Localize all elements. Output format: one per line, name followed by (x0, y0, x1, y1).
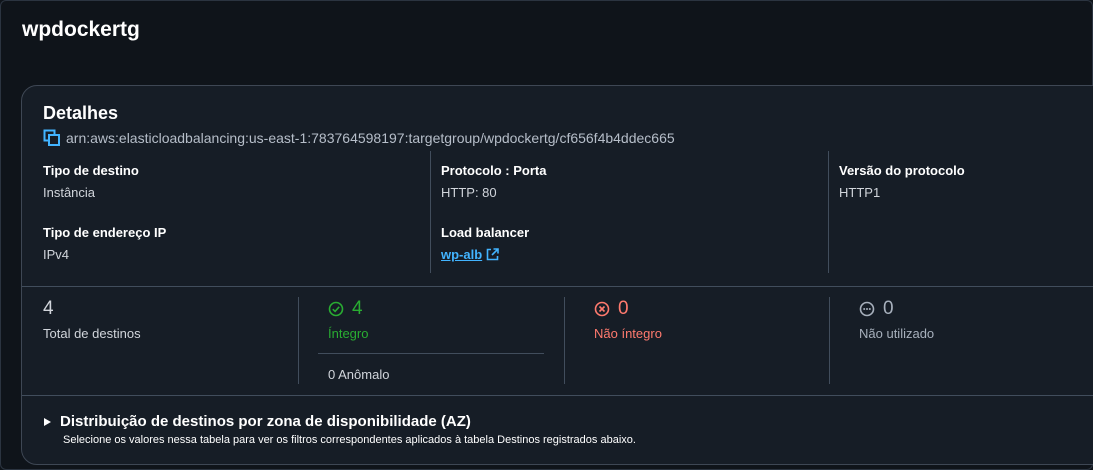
az-distribution-title: Distribuição de destinos por zona de dis… (60, 413, 471, 430)
protocol-port-label: Protocolo : Porta (441, 163, 547, 178)
arn-row: arn:aws:elasticloadbalancing:us-east-1:7… (43, 129, 675, 147)
column-divider (430, 151, 431, 273)
column-divider (828, 151, 829, 273)
load-balancer-label: Load balancer (441, 225, 530, 240)
external-link-icon (486, 248, 499, 261)
protocol-version-label: Versão do protocolo (839, 163, 965, 178)
unhealthy-count: 0 (618, 298, 629, 319)
total-targets-count: 4 (43, 298, 54, 319)
stats-divider (829, 297, 830, 384)
az-distribution-description: Selecione os valores nessa tabela para v… (63, 434, 636, 446)
check-circle-icon (328, 301, 344, 317)
az-distribution-toggle[interactable]: Distribuição de destinos por zona de dis… (44, 413, 471, 430)
details-card: Detalhes arn:aws:elasticloadbalancing:us… (21, 85, 1093, 465)
unused-label: Não utilizado (859, 326, 935, 341)
caret-right-icon (44, 417, 51, 426)
total-targets-label: Total de destinos (43, 326, 141, 341)
ip-address-type-label: Tipo de endereço IP (43, 225, 167, 240)
unhealthy-label: Não íntegro (594, 326, 662, 341)
unhealthy-count-row[interactable]: 0 (594, 298, 629, 320)
healthy-label: Íntegro (328, 326, 369, 341)
anomalous-count[interactable]: 0 Anômalo (328, 367, 389, 382)
healthy-count-row[interactable]: 4 (328, 298, 363, 320)
copy-icon[interactable] (43, 129, 61, 147)
target-type-value: Instância (43, 185, 96, 200)
healthy-divider (318, 353, 544, 354)
healthy-count: 4 (352, 298, 363, 319)
stats-divider (298, 297, 299, 384)
ip-address-type-value: IPv4 (43, 247, 70, 262)
section-divider (22, 395, 1093, 396)
load-balancer-link[interactable]: wp-alb (441, 247, 499, 262)
arn-value: arn:aws:elasticloadbalancing:us-east-1:7… (66, 130, 675, 146)
x-circle-icon (594, 301, 610, 317)
ellipsis-circle-icon (859, 301, 875, 317)
protocol-version-value: HTTP1 (839, 185, 881, 200)
protocol-port-value: HTTP: 80 (441, 185, 497, 200)
unused-count-row[interactable]: 0 (859, 298, 894, 320)
section-divider (22, 286, 1093, 287)
unused-count: 0 (883, 298, 894, 319)
page-title: wpdockertg (22, 18, 140, 41)
target-type-label: Tipo de destino (43, 163, 139, 178)
details-title: Detalhes (43, 103, 119, 123)
load-balancer-link-text: wp-alb (441, 247, 483, 262)
stats-divider (564, 297, 565, 384)
